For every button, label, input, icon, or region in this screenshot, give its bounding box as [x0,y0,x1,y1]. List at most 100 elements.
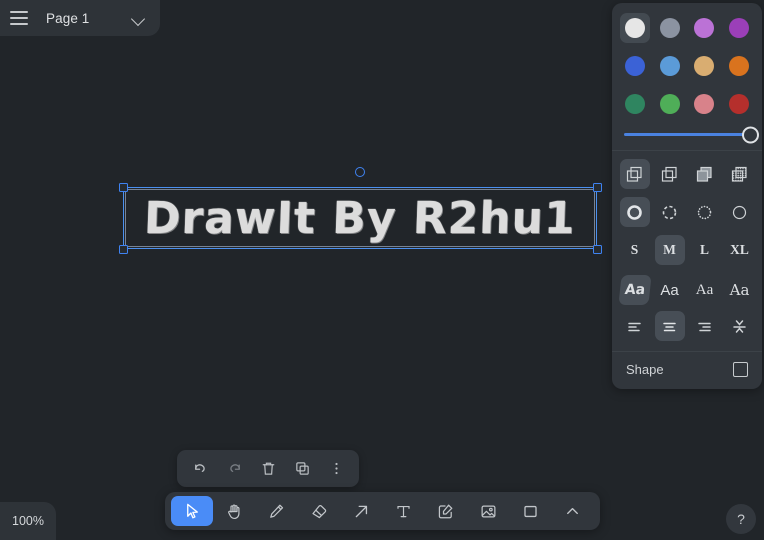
pencil-tool[interactable] [256,496,298,526]
stroke-dashed-icon [662,205,677,219]
rectangle-tool[interactable] [509,496,551,526]
chevron-up-icon [567,507,579,514]
eraser-icon [311,504,326,518]
stroke-dotted-icon [697,205,712,219]
page-name-label[interactable]: Page 1 [38,11,122,26]
align-left-option[interactable] [620,311,650,341]
opacity-slider[interactable] [612,119,762,151]
image-icon [481,504,496,518]
font-option-sans[interactable]: Aa [655,275,685,305]
font-option-handwritten[interactable]: Aa [617,275,652,305]
color-swatch-dark-red[interactable] [724,89,754,119]
color-swatch-white[interactable] [620,13,651,43]
fill-outline-option[interactable] [655,159,685,189]
color-swatch-light-blue[interactable] [655,51,685,81]
more-button[interactable] [321,455,351,483]
trash-icon [262,462,274,475]
swatch-dot [728,56,749,76]
resize-handle-bottom-right[interactable] [593,245,602,254]
fill-transparent-icon [626,166,642,182]
hamburger-icon[interactable] [10,11,28,25]
fill-transparent-option[interactable] [619,159,650,189]
fill-solid-option[interactable] [690,159,720,189]
chevron-down-icon[interactable] [132,11,146,25]
arrow-tool[interactable] [340,496,382,526]
resize-handle-bottom-left[interactable] [119,245,128,254]
shape-row[interactable]: Shape [612,351,762,389]
color-swatch-gray[interactable] [655,13,685,43]
align-right-icon [698,322,711,331]
size-option-xl[interactable]: XL [725,235,755,265]
swatch-dot [694,94,715,114]
color-swatch-salmon[interactable] [689,89,719,119]
help-button[interactable]: ? [726,504,756,534]
size-option-l[interactable]: L [690,235,720,265]
color-swatch-orange[interactable] [724,51,754,81]
swatch-dot [728,94,749,114]
color-swatch-tan[interactable] [689,51,719,81]
size-group: S M L XL [612,227,762,265]
hand-tool[interactable] [213,496,255,526]
text-tool[interactable] [382,496,424,526]
duplicate-button[interactable] [287,455,317,483]
stroke-solid-icon [627,204,642,220]
context-toolbar [177,450,359,487]
color-swatch-orchid[interactable] [689,13,719,43]
expand-tools[interactable] [552,496,594,526]
redo-button[interactable] [219,455,249,483]
swatch-dot [728,18,749,38]
main-toolbar [165,492,600,530]
color-palette [612,13,762,119]
stroke-thin-option[interactable] [725,197,755,227]
align-center-option[interactable] [654,311,685,341]
eraser-tool[interactable] [298,496,340,526]
zoom-level-badge[interactable]: 100% [0,502,56,540]
color-swatch-green[interactable] [655,89,685,119]
note-edit-icon [439,504,453,518]
delete-button[interactable] [253,455,283,483]
slider-thumb[interactable] [742,126,759,143]
swatch-dot [694,18,715,38]
color-swatch-dark-green[interactable] [620,89,650,119]
image-tool[interactable] [467,496,509,526]
color-swatch-blue[interactable] [620,51,650,81]
swatch-dot [659,18,680,38]
undo-icon [194,464,205,472]
pencil-icon [270,504,284,518]
swatch-dot [694,56,715,76]
text-align-group [612,305,762,351]
swatch-dot [625,94,646,114]
arrow-icon [355,505,367,517]
font-option-serif[interactable]: Aa [690,275,720,305]
size-option-m[interactable]: M [654,235,685,265]
font-family-group: Aa Aa Aa Aa [612,265,762,305]
align-vertical-center-option[interactable] [725,311,755,341]
align-left-icon [628,322,641,331]
font-option-mono[interactable]: Aa [725,275,755,305]
shape-label: Shape [626,362,664,377]
stroke-dashed-option[interactable] [655,197,685,227]
hand-icon [228,503,240,519]
align-right-option[interactable] [690,311,720,341]
rotate-handle[interactable] [355,167,365,177]
undo-button[interactable] [185,455,215,483]
canvas-text-content: DrawIt By R2hu1 [143,192,577,244]
resize-handle-top-right[interactable] [593,183,602,192]
stroke-dotted-option[interactable] [690,197,720,227]
redo-icon [229,464,240,472]
select-tool[interactable] [171,496,214,526]
swatch-dot [659,56,680,76]
swatch-dot [625,56,646,76]
canvas-text-element[interactable]: DrawIt By R2hu1 [123,187,597,249]
swatch-dot [625,18,646,38]
size-option-s[interactable]: S [620,235,650,265]
note-tool[interactable] [425,496,467,526]
page-bar: Page 1 [0,0,160,36]
fill-hachure-option[interactable] [725,159,755,189]
stroke-solid-option[interactable] [619,197,650,227]
square-icon[interactable] [733,362,748,377]
swatch-dot [659,94,680,114]
align-vertical-center-icon [733,319,746,333]
color-swatch-purple[interactable] [724,13,754,43]
resize-handle-top-left[interactable] [119,183,128,192]
